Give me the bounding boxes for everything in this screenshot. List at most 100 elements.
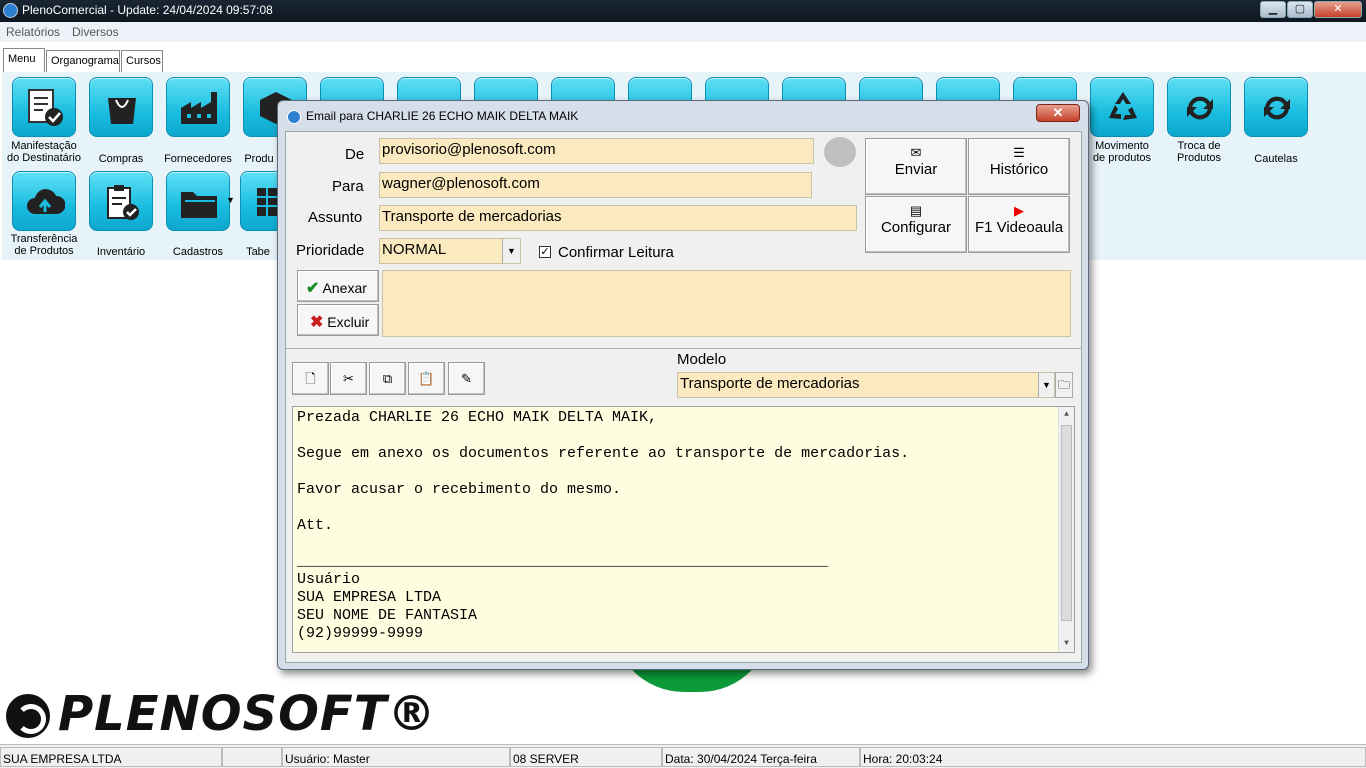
plenosoft-mark-icon [6,694,50,738]
video-lesson-button[interactable]: ▶ F1 Videoaula [968,196,1070,253]
tile-cadastros[interactable] [166,171,230,231]
clipboard-check-icon [107,185,139,220]
cadastros-dropdown-arrow-icon[interactable]: ▼ [226,195,235,205]
cloud-upload-icon [27,189,65,214]
notepad-icon: ✎ [461,371,472,386]
maximize-button[interactable]: ▢ [1287,1,1313,18]
subject-label: Assunto [308,209,363,226]
divider [286,348,1081,349]
priority-select[interactable]: NORMAL ▼ [379,238,521,264]
attach-button-label: Anexar [322,280,367,296]
cut-button[interactable]: ✂ [330,362,367,395]
scrollbar-thumb[interactable] [1061,425,1072,621]
remove-attachment-button[interactable]: ✖ Excluir [297,304,379,336]
copy-button[interactable]: ⧉ [369,362,406,395]
chevron-down-icon[interactable]: ▼ [1038,373,1054,397]
tile-inventario[interactable] [89,171,153,231]
model-label: Modelo [677,351,727,368]
x-mark-icon: ✖ [310,314,324,331]
confirm-read-checkbox[interactable]: ✓ [539,246,551,258]
model-value: Transporte de mercadorias [680,375,860,392]
subject-field[interactable]: Transporte de mercadorias [379,205,857,231]
attachments-list[interactable] [382,270,1071,337]
editor-scrollbar[interactable]: ▲ ▼ [1058,407,1074,652]
menu-relatorios[interactable]: Relatórios [6,25,60,39]
history-button[interactable]: ☰ Histórico [968,138,1070,195]
email-body-line: Usuário [297,571,361,588]
window-title: PlenoComercial - Update: 24/04/2024 09:5… [22,3,273,17]
scroll-up-arrow-icon[interactable]: ▲ [1059,407,1074,423]
status-user: Usuário: Master [282,747,510,767]
status-indicator-icon [824,137,856,167]
tile-compras[interactable] [89,77,153,137]
send-button[interactable]: ✉ Enviar [865,138,967,195]
attach-button[interactable]: ✔ Anexar [297,270,379,302]
status-empty [222,747,282,767]
new-document-button[interactable]: 🗋 [292,362,329,395]
email-body-editor[interactable]: Prezada CHARLIE 26 ECHO MAIK DELTA MAIK,… [292,406,1075,653]
tab-cursos[interactable]: Cursos [121,50,163,72]
menu-bar: Relatórios Diversos [0,22,1366,42]
close-window-button[interactable]: ✕ [1314,1,1362,18]
from-field[interactable]: provisorio@plenosoft.com [379,138,814,164]
open-folder-button[interactable]: 🗀 [1055,372,1073,398]
to-label: Para [332,178,364,195]
email-body-line: ________________________________________… [297,553,829,570]
tab-menu[interactable]: Menu [3,48,45,72]
status-bar: SUA EMPRESA LTDA Usuário: Master 08 SERV… [0,744,1366,768]
plenosoft-logo-text: PLENOSOFT® [58,686,437,742]
list-icon: ☰ [1013,145,1025,160]
email-body-line: (92)99999-9999 [297,625,424,642]
paste-icon: 📋 [418,371,435,386]
tab-organograma[interactable]: Organograma [46,50,120,72]
tile-troca[interactable] [1167,77,1231,137]
status-company: SUA EMPRESA LTDA [0,747,222,767]
configure-button[interactable]: ▤ Configurar [865,196,967,253]
tile-label: Manifestação do Destinatário [7,140,81,164]
tile-movimento[interactable] [1090,77,1154,137]
menu-diversos[interactable]: Diversos [72,25,119,39]
new-document-icon: 🗋 [305,371,316,386]
tile-label: Troca de Produtos [1176,140,1222,164]
paste-button[interactable]: 📋 [408,362,445,395]
confirm-read-label: Confirmar Leitura [558,244,674,261]
tile-fornecedores[interactable] [166,77,230,137]
history-button-label: Histórico [989,161,1049,178]
tile-transferencia[interactable] [12,171,76,231]
chevron-down-icon[interactable]: ▼ [502,239,520,263]
checkmark-icon: ✔ [306,280,320,297]
refresh-arrows-icon [1264,96,1290,120]
remove-attachment-button-label: Excluir [327,314,370,330]
minimize-button[interactable]: ▁ [1260,1,1286,18]
folder-icon [181,192,217,218]
scissors-icon: ✂ [343,371,354,386]
tile-label: Cautelas [1254,153,1298,165]
tile-label: Fornecedores [164,153,232,165]
factory-icon [181,92,217,124]
tile-cautelas[interactable] [1244,77,1308,137]
model-select[interactable]: Transporte de mercadorias ▼ [677,372,1055,398]
email-body-line: SUA EMPRESA LTDA [297,589,442,606]
app-logo-icon [3,3,18,18]
edit-notes-button[interactable]: ✎ [448,362,485,395]
email-body-line [297,499,1074,517]
folder-open-icon: 🗀 [1057,378,1070,392]
email-body-line: Segue em anexo os documentos referente a… [297,445,910,462]
email-dialog: Email para CHARLIE 26 ECHO MAIK DELTA MA… [277,100,1089,670]
exchange-arrows-icon [1187,96,1213,120]
recycle-arrows-icon [1109,92,1137,120]
email-body-line: SEU NOME DE FANTASIA [297,607,478,624]
video-lesson-button-label: F1 Videoaula [974,219,1064,236]
tile-label: Inventário [96,246,146,258]
priority-value: NORMAL [382,241,447,258]
send-button-label: Enviar [894,161,938,178]
email-body-lines: Prezada CHARLIE 26 ECHO MAIK DELTA MAIK,… [297,409,1074,643]
email-body-line [297,535,1074,553]
tile-label: Compras [98,153,144,165]
to-field[interactable]: wagner@plenosoft.com [379,172,812,198]
email-body-line: Att. [297,517,334,534]
dialog-close-button[interactable]: ✕ [1036,104,1080,122]
configure-button-label: Configurar [880,219,952,236]
tile-manifestacao[interactable] [12,77,76,137]
scroll-down-arrow-icon[interactable]: ▼ [1059,636,1074,652]
